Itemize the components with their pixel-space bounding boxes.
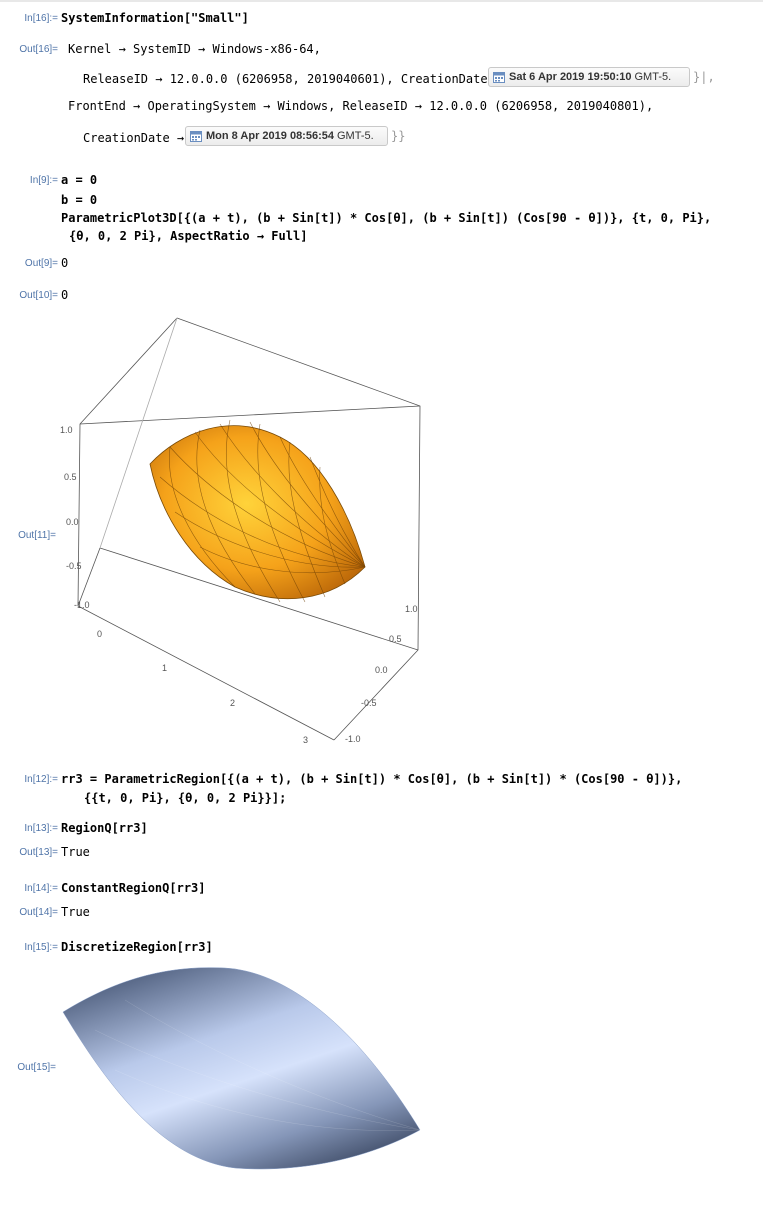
output-line-kernel: Kernel → SystemID → Windows-x86-64,: [68, 42, 321, 56]
timezone-text-frontend: GMT-5.: [336, 130, 374, 142]
input-label-16: In[16]:=: [24, 13, 58, 24]
input-line-plot-cont[interactable]: {θ, 0, 2 Pi}, AspectRatio → Full]: [69, 229, 307, 243]
z-tick: 0.0: [66, 517, 79, 527]
input-cell-13[interactable]: RegionQ[rr3]: [61, 821, 148, 835]
input-label-12: In[12]:=: [24, 774, 58, 785]
y-tick: 0.5: [389, 634, 402, 644]
output-line-frontend-creation: CreationDate →: [83, 131, 185, 145]
input-cell-15[interactable]: DiscretizeRegion[rr3]: [61, 940, 213, 954]
output-label-9: Out[9]=: [24, 258, 58, 269]
x-tick: 2: [230, 698, 236, 708]
blue-region-surface: [62, 967, 421, 1170]
parametric-plot-3d[interactable]: [60, 312, 440, 752]
timezone-text-kernel: GMT-5.: [634, 71, 672, 83]
z-tick: 0.5: [64, 472, 77, 482]
input-line-a[interactable]: a = 0: [61, 173, 97, 187]
input-label-9: In[9]:=: [29, 175, 58, 186]
output-value-14: True: [61, 905, 90, 919]
input-line-region-cont[interactable]: {{t, 0, Pi}, {θ, 0, 2 Pi}}];: [84, 791, 286, 805]
discretized-region[interactable]: [55, 960, 425, 1175]
input-label-15: In[15]:=: [24, 942, 58, 953]
output-value-10: 0: [61, 288, 69, 302]
z-tick: -1.0: [74, 600, 90, 610]
output-label-11: Out[11]=: [18, 530, 56, 541]
output-line-frontend: FrontEnd → OperatingSystem → Windows, Re…: [68, 99, 654, 113]
calendar-icon: [190, 131, 202, 142]
y-tick: 0.0: [375, 665, 388, 675]
output-label-15: Out[15]=: [17, 1062, 56, 1073]
date-object-kernel[interactable]: Sat 6 Apr 2019 19:50:10 GMT-5.: [488, 67, 690, 87]
date-text-kernel: Sat 6 Apr 2019 19:50:10: [509, 71, 632, 83]
input-cell-16[interactable]: SystemInformation["Small"]: [61, 11, 249, 25]
input-line-b[interactable]: b = 0: [61, 193, 97, 207]
x-tick: 3: [303, 735, 309, 745]
x-tick: 1: [162, 663, 168, 673]
date-object-frontend[interactable]: Mon 8 Apr 2019 08:56:54 GMT-5.: [185, 126, 388, 146]
y-tick: -1.0: [345, 734, 361, 744]
output-value-9: 0: [61, 256, 69, 270]
input-label-13: In[13]:=: [24, 823, 58, 834]
x-tick: 0: [97, 629, 103, 639]
z-tick: 1.0: [60, 425, 73, 435]
output-label-13: Out[13]=: [19, 847, 58, 858]
input-line-plot[interactable]: ParametricPlot3D[{(a + t), (b + Sin[t]) …: [61, 211, 711, 225]
output-label-14: Out[14]=: [19, 907, 58, 918]
closing-brace: }|,: [693, 70, 715, 84]
output-value-13: True: [61, 845, 90, 859]
z-tick: -0.5: [66, 561, 82, 571]
notebook-top-border: [0, 0, 763, 2]
calendar-icon: [493, 72, 505, 83]
y-tick: -0.5: [361, 698, 377, 708]
output-line-kernel-release: ReleaseID → 12.0.0.0 (6206958, 201904060…: [83, 72, 503, 86]
closing-brace: }}: [391, 129, 406, 143]
output-label-16: Out[16]=: [19, 44, 58, 55]
input-label-14: In[14]:=: [24, 883, 58, 894]
input-line-region[interactable]: rr3 = ParametricRegion[{(a + t), (b + Si…: [61, 772, 682, 786]
y-tick: 1.0: [405, 604, 418, 614]
input-cell-14[interactable]: ConstantRegionQ[rr3]: [61, 881, 206, 895]
date-text-frontend: Mon 8 Apr 2019 08:56:54: [206, 130, 334, 142]
output-label-10: Out[10]=: [19, 290, 58, 301]
